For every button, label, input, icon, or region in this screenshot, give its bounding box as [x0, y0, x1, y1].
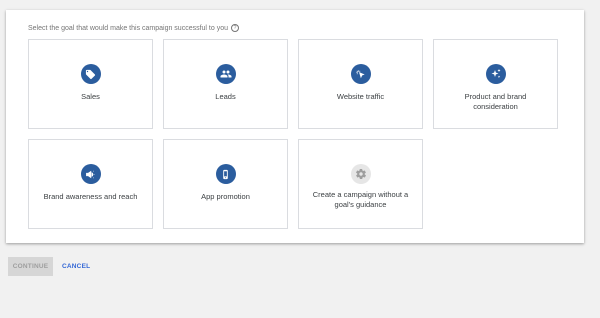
goal-card-label: Product and brand consideration: [464, 92, 527, 111]
phone-icon: [215, 164, 236, 184]
megaphone-icon: [80, 164, 101, 184]
tag-icon: [80, 64, 101, 84]
goal-card-label: Leads: [215, 92, 236, 101]
goal-card-label: App promotion: [201, 192, 250, 201]
sparkle-icon: [485, 64, 506, 84]
cursor-click-icon: [350, 64, 371, 84]
goal-prompt: Select the goal that would make this cam…: [28, 24, 239, 32]
goal-card-label: Sales: [81, 92, 100, 101]
goal-card-app-promotion[interactable]: App promotion: [163, 139, 288, 229]
goal-prompt-text: Select the goal that would make this cam…: [28, 24, 228, 32]
goal-card-sales[interactable]: Sales: [28, 39, 153, 129]
goal-card-label: Website traffic: [336, 92, 385, 101]
cancel-button[interactable]: CANCEL: [62, 263, 90, 270]
goal-card-label: Create a campaign without a goal's guida…: [312, 190, 409, 209]
goal-card-leads[interactable]: Leads: [163, 39, 288, 129]
gear-icon: [350, 164, 371, 184]
continue-button[interactable]: CONTINUE: [8, 257, 53, 276]
footer-actions: CONTINUE CANCEL: [8, 257, 90, 276]
goal-selection-panel: Select the goal that would make this cam…: [6, 10, 584, 243]
people-icon: [215, 64, 236, 84]
help-circle-icon[interactable]: ?: [231, 24, 239, 32]
goal-card-label: Brand awareness and reach: [43, 192, 138, 201]
goal-card-brand-awareness[interactable]: Brand awareness and reach: [28, 139, 153, 229]
goal-card-website-traffic[interactable]: Website traffic: [298, 39, 423, 129]
goal-card-product-brand-consideration[interactable]: Product and brand consideration: [433, 39, 558, 129]
goal-card-no-goal-guidance[interactable]: Create a campaign without a goal's guida…: [298, 139, 423, 229]
